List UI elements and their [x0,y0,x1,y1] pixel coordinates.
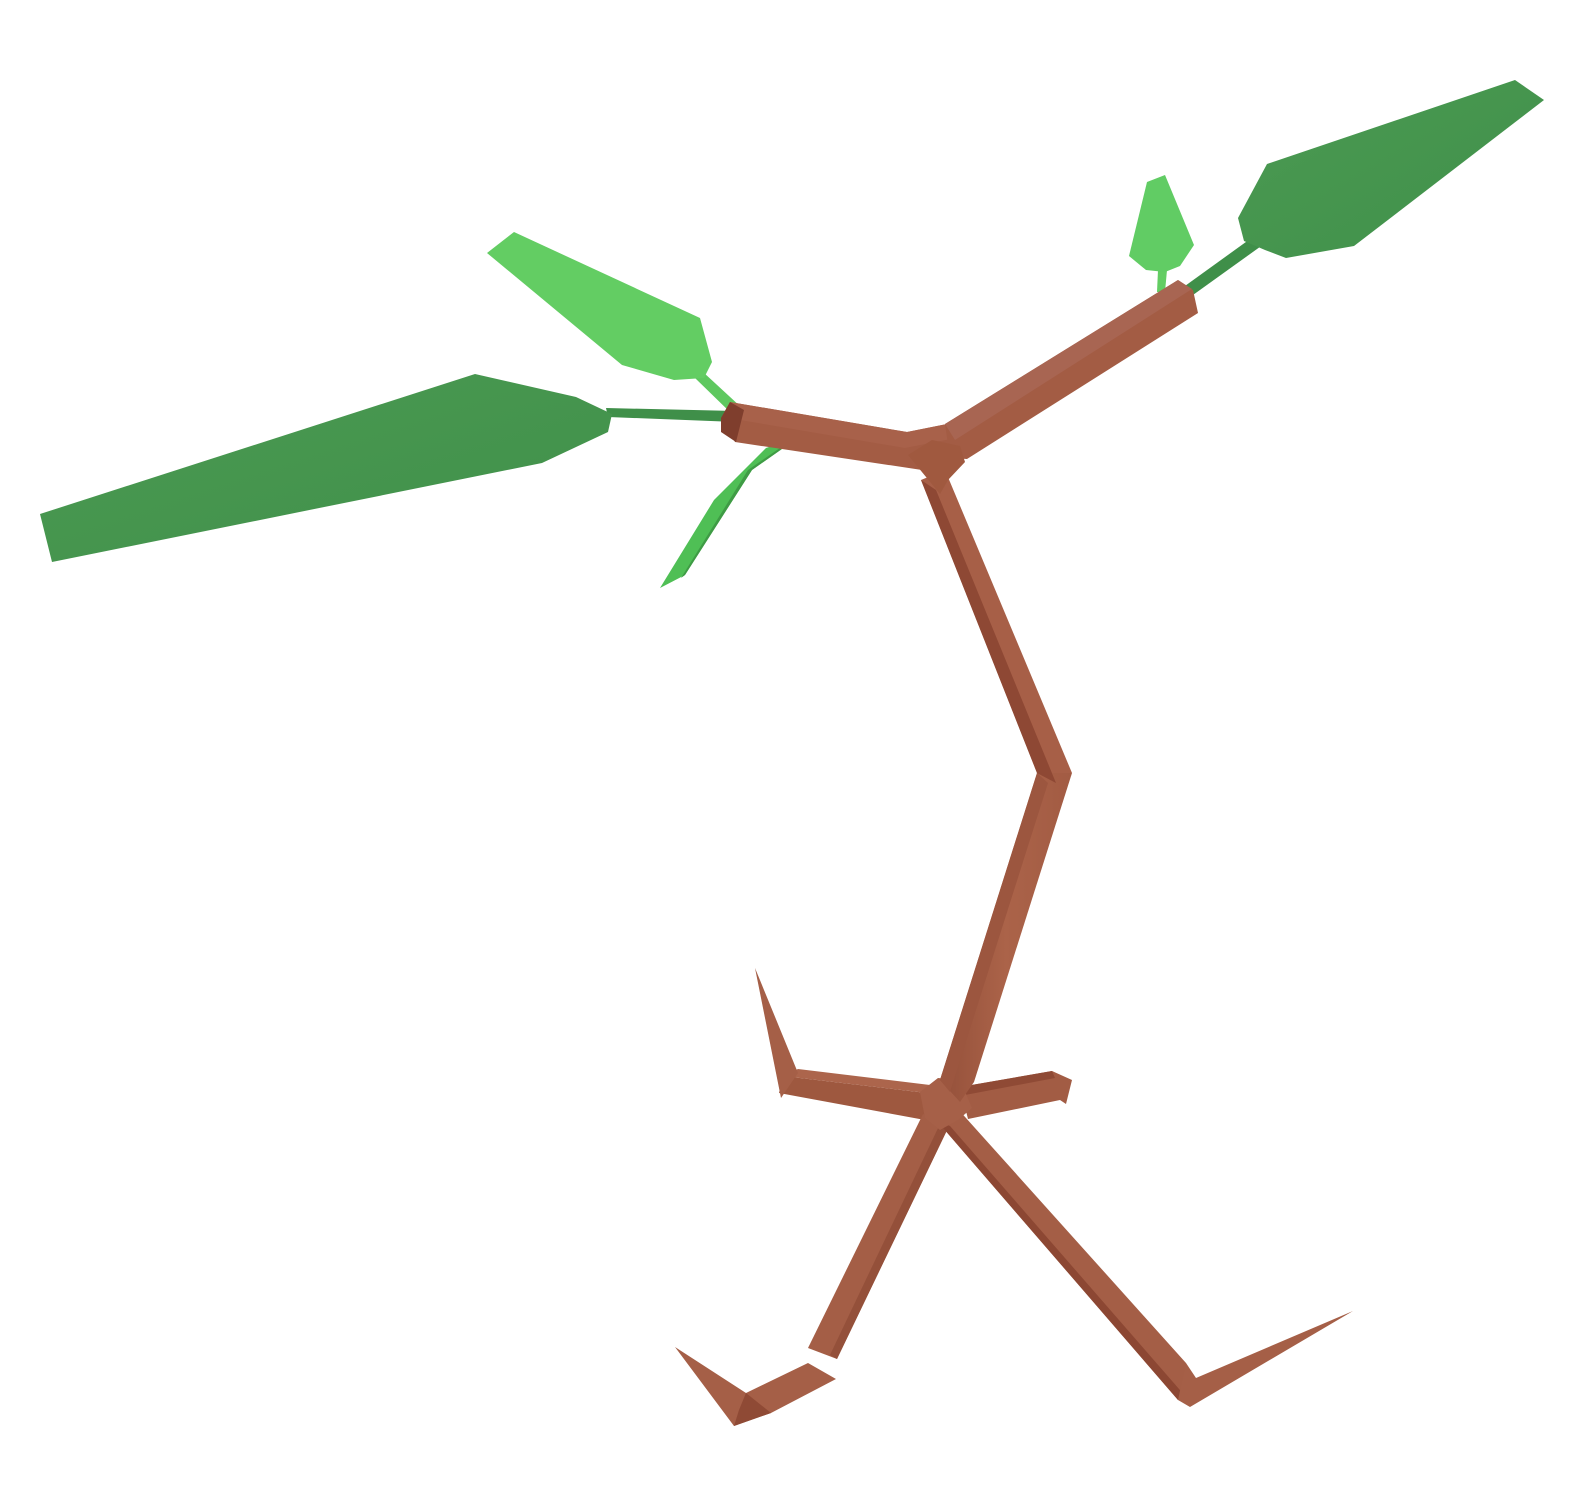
plant-creature-scene [0,0,1578,1506]
